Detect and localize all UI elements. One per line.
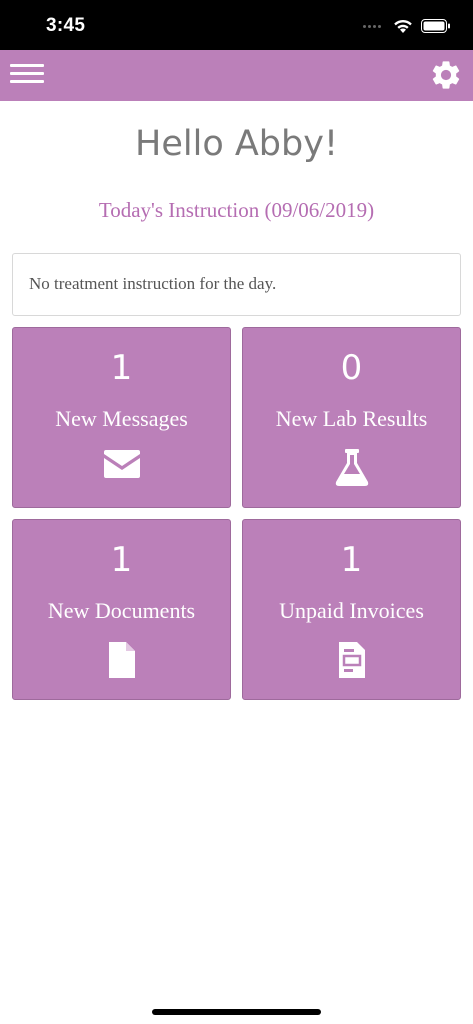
tile-label: New Messages [55,406,188,431]
invoice-icon [338,642,365,678]
status-bar: 3:45 [0,0,473,50]
app-bar [0,50,473,101]
new-messages-tile[interactable]: 1 New Messages [12,327,231,508]
flask-icon [335,449,368,486]
greeting-title: Hello Abby! [135,124,338,164]
tile-count: 1 [110,348,133,388]
instruction-message: No treatment instruction for the day. [29,274,277,293]
new-documents-tile[interactable]: 1 New Documents [12,519,231,700]
wifi-icon [394,19,412,33]
gear-icon[interactable] [429,58,463,92]
tile-count: 1 [110,540,133,580]
battery-icon [421,19,450,33]
tile-label: New Documents [47,598,196,623]
home-indicator[interactable] [152,1009,321,1015]
status-time: 3:45 [46,15,86,36]
new-lab-results-tile[interactable]: 0 New Lab Results [242,327,461,508]
hamburger-menu-icon[interactable] [10,64,44,88]
document-icon [108,642,135,678]
envelope-icon [103,450,140,478]
tile-count: 1 [340,540,363,580]
instruction-title: Today's Instruction (09/06/2019) [98,198,375,222]
tile-count: 0 [340,348,363,388]
tile-label: New Lab Results [275,406,428,431]
instruction-box: No treatment instruction for the day. [12,253,461,316]
cellular-signal-icon [363,24,381,28]
status-icons [363,14,451,38]
unpaid-invoices-tile[interactable]: 1 Unpaid Invoices [242,519,461,700]
tile-label: Unpaid Invoices [279,598,424,623]
